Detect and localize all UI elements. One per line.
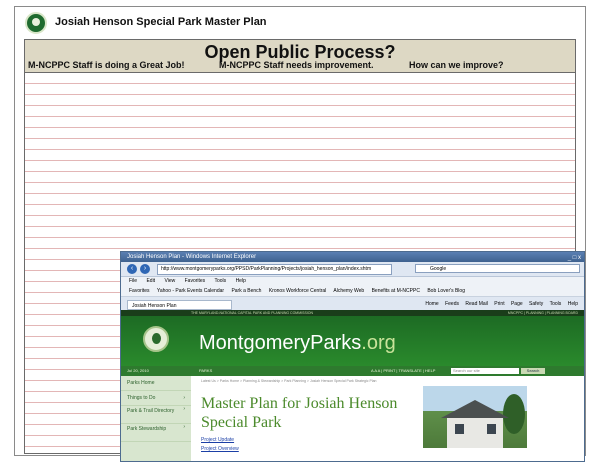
print-button[interactable]: Print (494, 301, 504, 307)
sidebar-item-label: Park Stewardship (127, 426, 167, 432)
brand-main: MontgomeryParks (199, 332, 362, 354)
feeds-button[interactable]: Feeds (445, 301, 459, 307)
chevron-right-icon: › (183, 406, 185, 412)
column-header-how-improve: How can we improve? (409, 60, 504, 70)
menu-view[interactable]: View (164, 278, 175, 284)
page-menu[interactable]: Page (511, 301, 523, 307)
favorites-button[interactable]: Favorites (129, 288, 150, 294)
parks-logo-icon (25, 12, 47, 34)
window-shape (455, 424, 464, 434)
favorite-link[interactable]: Benefits at M-NCPPC (372, 288, 420, 294)
parks-tab[interactable]: PARKS (199, 366, 212, 376)
browser-titlebar[interactable]: Josiah Henson Plan - Windows Internet Ex… (121, 252, 584, 262)
forward-icon[interactable]: › (140, 264, 150, 274)
sidebar-item-parks-home[interactable]: Parks Home (121, 376, 191, 391)
favorites-bar: Favorites Yahoo - Park Events Calendar P… (121, 286, 584, 297)
address-bar[interactable]: http://www.montgomeryparks.org/PPSD/Park… (157, 264, 392, 275)
menu-tools[interactable]: Tools (214, 278, 226, 284)
josiah-henson-house-photo (423, 386, 527, 448)
commission-banner: THE MARYLAND-NATIONAL CAPITAL PARK AND P… (191, 311, 314, 315)
web-page: THE MARYLAND-NATIONAL CAPITAL PARK AND P… (121, 310, 584, 461)
breadcrumb[interactable]: Latest Us > Parks Home > Planning & Stew… (201, 379, 376, 383)
help-menu[interactable]: Help (568, 301, 578, 307)
utility-links[interactable]: A A A | PRINT | TRANSLATE | HELP (371, 366, 435, 376)
project-overview-link[interactable]: Project Overview (201, 446, 239, 452)
browser-window-title: Josiah Henson Plan - Windows Internet Ex… (127, 254, 257, 260)
parks-seal-icon[interactable] (143, 326, 169, 352)
site-body: Parks Home Things to Do › Park & Trail Di… (121, 376, 584, 461)
menu-file[interactable]: File (129, 278, 137, 284)
board-banner: Open Public Process? M-NCPPC Staff is do… (25, 40, 575, 73)
back-icon[interactable]: ‹ (127, 264, 137, 274)
menu-edit[interactable]: Edit (146, 278, 155, 284)
favorite-link[interactable]: Alchemy Web (333, 288, 364, 294)
browser-tab[interactable]: Josiah Henson Plan (127, 300, 232, 310)
page-title: Master Plan for Josiah Henson Special Pa… (201, 395, 398, 431)
favorite-link[interactable]: Bob Lover's Blog (427, 288, 465, 294)
favorite-link[interactable]: Kronos Workforce Central (269, 288, 326, 294)
sidebar-item-things-to-do[interactable]: Things to Do › (121, 391, 191, 406)
command-bar: Home Feeds Read Mail Print Page Safety T… (420, 300, 578, 309)
site-search-button[interactable]: Search (521, 368, 545, 374)
menu-help[interactable]: Help (236, 278, 246, 284)
column-header-great-job: M-NCPPC Staff is doing a Great Job! (28, 60, 185, 70)
roof-shape (441, 400, 509, 418)
project-update-link[interactable]: Project Update (201, 437, 234, 443)
browser-nav-row: ‹ › http://www.montgomeryparks.org/PPSD/… (121, 262, 584, 277)
site-brand[interactable]: MontgomeryParks.org (199, 332, 396, 355)
site-search-input[interactable]: Search our site (451, 368, 519, 374)
home-button[interactable]: Home (425, 301, 438, 307)
sidebar-item-label: Things to Do (127, 395, 156, 401)
sidebar-item-park-stewardship[interactable]: Park Stewardship › (121, 424, 191, 442)
favorite-link[interactable]: Yahoo - Park Events Calendar (157, 288, 224, 294)
slide-title: Josiah Henson Special Park Master Plan (55, 16, 267, 28)
browser-menu-bar: File Edit View Favorites Tools Help (121, 277, 584, 286)
site-nav-bar: Jul 20, 2010 PARKS A A A | PRINT | TRANS… (121, 366, 584, 376)
sidebar-item-label: Parks Home (127, 380, 155, 386)
column-header-needs-improvement: M-NCPPC Staff needs improvement. (219, 60, 374, 70)
chevron-right-icon: › (183, 424, 185, 430)
site-banner: MontgomeryParks.org (121, 316, 584, 366)
brand-suffix: .org (361, 332, 396, 354)
slide-header: Josiah Henson Special Park Master Plan (15, 7, 585, 41)
sidebar-item-label: Park & Trail Directory (127, 408, 175, 414)
window-shape (487, 424, 496, 434)
read-mail-button[interactable]: Read Mail (465, 301, 488, 307)
site-sidebar: Parks Home Things to Do › Park & Trail Di… (121, 376, 191, 461)
safety-menu[interactable]: Safety (529, 301, 543, 307)
favorite-link[interactable]: Park a Bench (231, 288, 261, 294)
chevron-right-icon: › (183, 395, 185, 401)
menu-favorites[interactable]: Favorites (185, 278, 206, 284)
tools-menu[interactable]: Tools (550, 301, 562, 307)
browser-search-input[interactable]: Google (415, 264, 580, 273)
site-main: Latest Us > Parks Home > Planning & Stew… (191, 376, 584, 461)
browser-window[interactable]: Josiah Henson Plan - Windows Internet Ex… (120, 251, 585, 462)
site-date: Jul 20, 2010 (127, 368, 149, 373)
sidebar-item-park-trail-directory[interactable]: Park & Trail Directory › (121, 406, 191, 424)
